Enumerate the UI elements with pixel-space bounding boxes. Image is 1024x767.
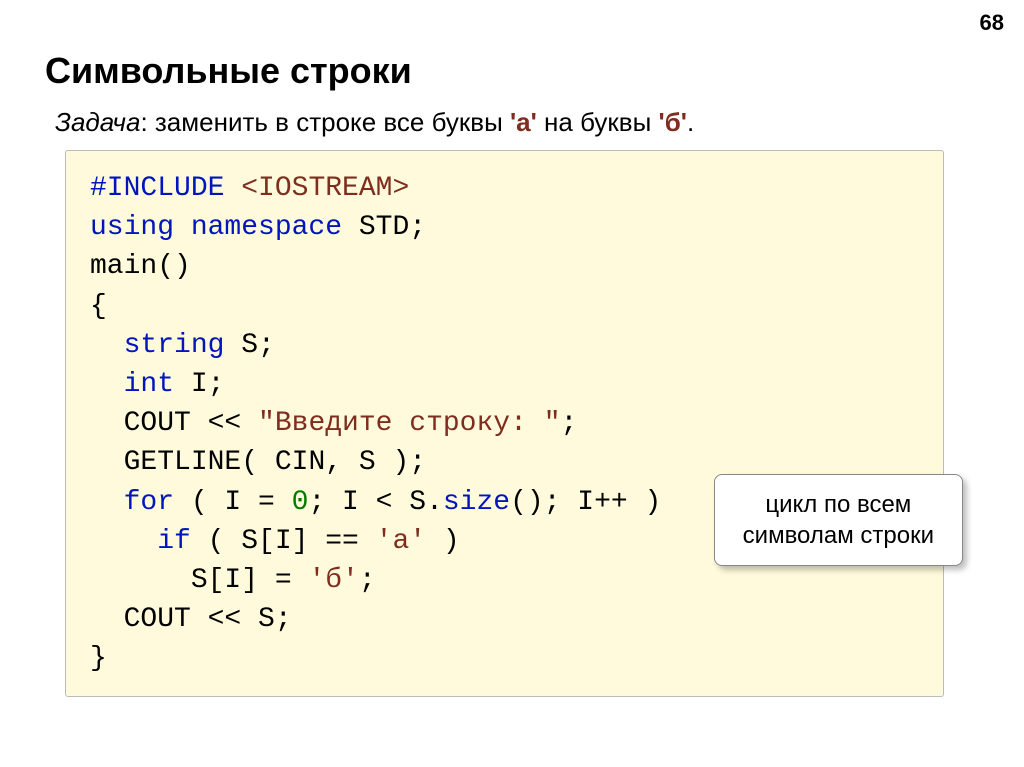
annotation-callout: цикл по всем символам строки bbox=[714, 474, 963, 566]
code-token: COUT bbox=[90, 604, 208, 635]
code-token: ) bbox=[426, 526, 460, 557]
code-token: size bbox=[443, 487, 510, 518]
code-content: #INCLUDE <IOSTREAM> using namespace STD;… bbox=[90, 169, 919, 678]
code-token: ( I = bbox=[174, 487, 292, 518]
task-char-2: 'б' bbox=[659, 107, 687, 137]
code-token: "Введите строку: " bbox=[258, 408, 560, 439]
code-token: ( CIN, S ); bbox=[241, 447, 426, 478]
code-token: { bbox=[90, 291, 107, 322]
code-token: 'а' bbox=[376, 526, 426, 557]
code-token: #INCLUDE bbox=[90, 173, 241, 204]
code-token: using namespace bbox=[90, 212, 359, 243]
code-token: STD bbox=[359, 212, 409, 243]
code-token: 'б' bbox=[308, 565, 358, 596]
code-token: <IOSTREAM> bbox=[241, 173, 409, 204]
task-label: Задача bbox=[55, 107, 140, 137]
task-description: Задача: заменить в строке все буквы 'а' … bbox=[55, 107, 994, 138]
code-block: #INCLUDE <IOSTREAM> using namespace STD;… bbox=[65, 150, 944, 697]
code-token: COUT bbox=[90, 408, 208, 439]
code-token: main() bbox=[90, 251, 191, 282]
code-token: ; bbox=[359, 565, 376, 596]
code-token: if bbox=[90, 526, 191, 557]
callout-line-1: цикл по всем bbox=[743, 489, 934, 520]
task-text-1: : заменить в строке все буквы bbox=[140, 107, 510, 137]
page-number: 68 bbox=[980, 10, 1004, 36]
code-token: ; bbox=[561, 408, 578, 439]
code-token: } bbox=[90, 643, 107, 674]
callout-line-2: символам строки bbox=[743, 520, 934, 551]
task-char-1: 'а' bbox=[510, 107, 537, 137]
code-token: (); I++ ) bbox=[510, 487, 661, 518]
code-token: I; bbox=[191, 369, 225, 400]
code-token: int bbox=[90, 369, 191, 400]
code-token: string bbox=[90, 330, 241, 361]
code-token: << bbox=[208, 408, 258, 439]
code-token: << S; bbox=[208, 604, 292, 635]
code-token: ; bbox=[409, 212, 426, 243]
code-token: ( S[I] == bbox=[191, 526, 376, 557]
code-token: S; bbox=[241, 330, 275, 361]
code-token: S[I] = bbox=[90, 565, 308, 596]
code-token: GETLINE bbox=[90, 447, 241, 478]
code-token: 0 bbox=[292, 487, 309, 518]
code-token: for bbox=[90, 487, 174, 518]
task-text-3: . bbox=[687, 107, 694, 137]
task-text-2: на буквы bbox=[537, 107, 659, 137]
page-title: Символьные строки bbox=[45, 50, 994, 92]
code-token: ; I < S. bbox=[308, 487, 442, 518]
